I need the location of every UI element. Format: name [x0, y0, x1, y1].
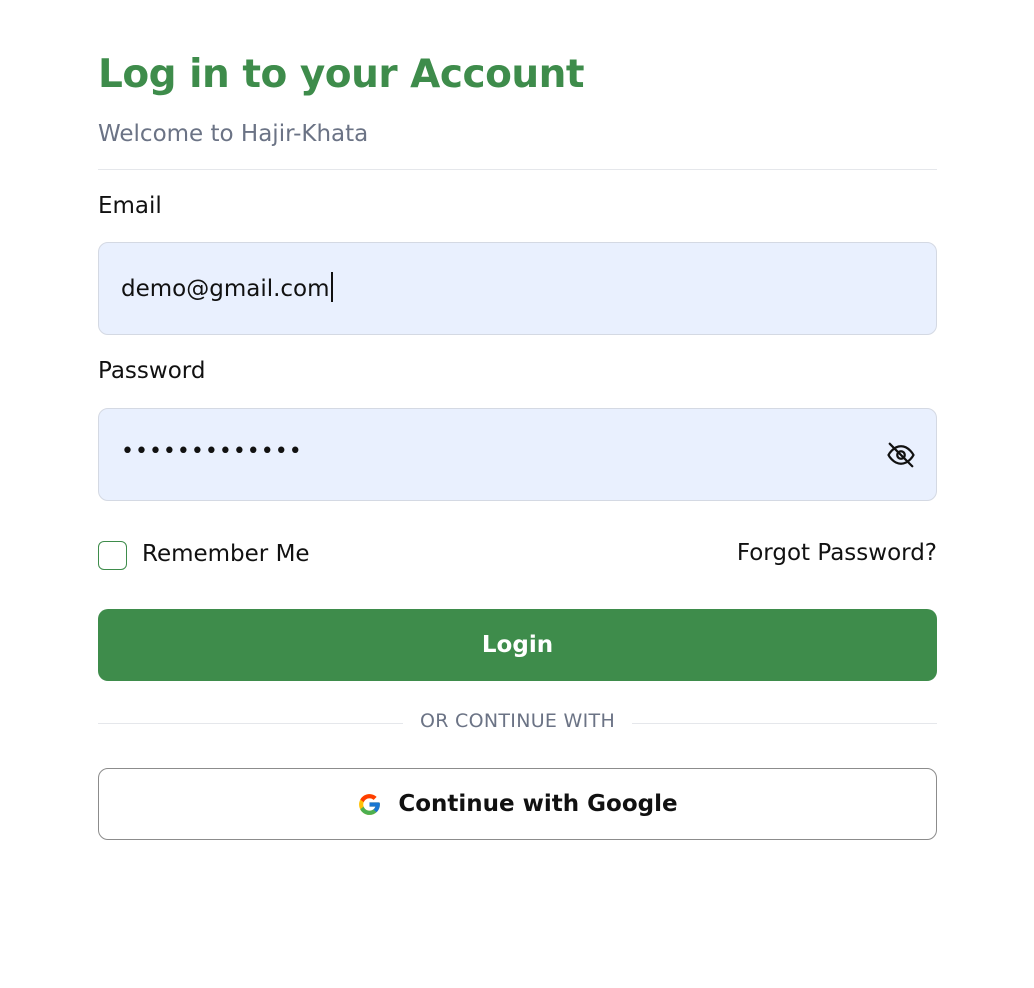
- remember-row: Remember Me Forgot Password?: [98, 540, 937, 572]
- password-field[interactable]: •••••••••••••: [98, 408, 937, 501]
- login-button[interactable]: Login: [98, 609, 937, 681]
- password-label: Password: [98, 358, 206, 384]
- header-divider: [98, 169, 937, 170]
- email-field-value: demo@gmail.com: [121, 272, 333, 302]
- email-field[interactable]: demo@gmail.com: [98, 242, 937, 335]
- text-caret: [330, 272, 333, 302]
- continue-with-google-button[interactable]: Continue with Google: [98, 768, 937, 840]
- page-title: Log in to your Account: [98, 52, 585, 97]
- eye-off-icon[interactable]: [886, 440, 916, 470]
- password-field-value: •••••••••••••: [121, 439, 303, 464]
- page-subtitle: Welcome to Hajir-Khata: [98, 121, 369, 147]
- google-icon: [357, 792, 382, 817]
- remember-me-checkbox[interactable]: [98, 541, 127, 570]
- google-button-label: Continue with Google: [398, 791, 678, 817]
- email-label: Email: [98, 193, 162, 219]
- forgot-password-link[interactable]: Forgot Password?: [737, 540, 937, 566]
- remember-me-label[interactable]: Remember Me: [142, 541, 310, 567]
- divider-text: OR CONTINUE WITH: [419, 710, 616, 732]
- or-divider: OR CONTINUE WITH: [98, 710, 937, 738]
